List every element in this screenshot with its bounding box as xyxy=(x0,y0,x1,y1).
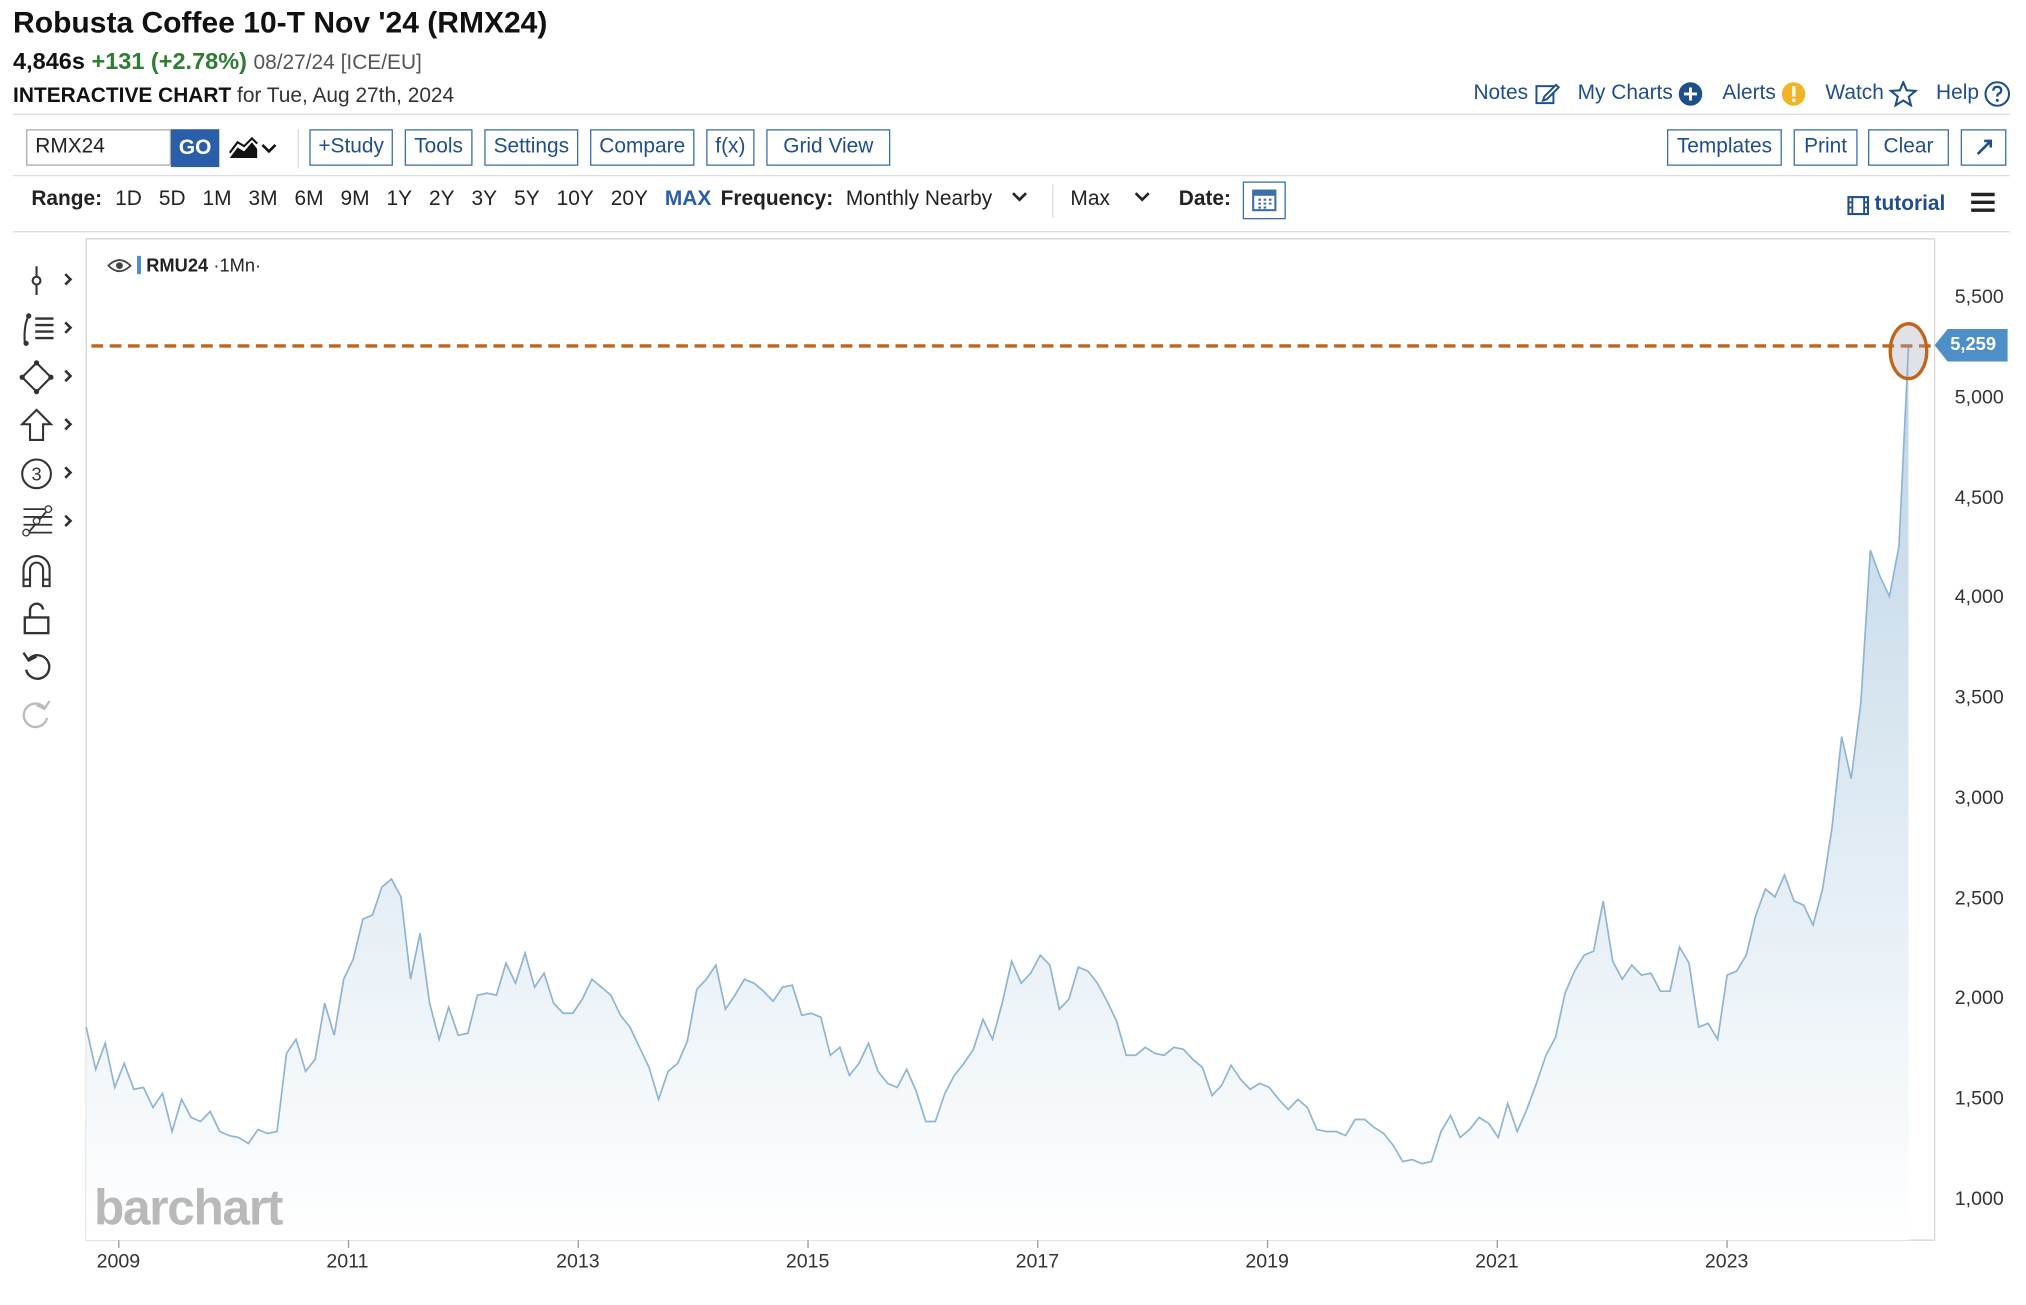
y-tick-label: 5,500 xyxy=(1954,285,2004,309)
y-tick-label: 2,500 xyxy=(1954,887,2004,910)
x-tick-label: 2009 xyxy=(96,1250,141,1273)
y-tick-label: 3,500 xyxy=(1954,686,2004,709)
x-tick-label: 2021 xyxy=(1475,1250,1519,1273)
x-tick-label: 2023 xyxy=(1704,1250,1749,1273)
last-point-highlight xyxy=(1888,322,1929,381)
y-tick-label: 4,500 xyxy=(1954,486,2004,509)
x-tick-label: 2013 xyxy=(556,1250,600,1273)
price-area xyxy=(86,345,1909,1241)
barchart-watermark: barchart xyxy=(93,1181,283,1237)
price-chart[interactable] xyxy=(0,0,2026,1305)
x-tick-label: 2019 xyxy=(1245,1250,1289,1273)
eye-icon xyxy=(107,258,132,272)
x-tick-label: 2015 xyxy=(785,1250,830,1273)
y-tick-label: 1,000 xyxy=(1954,1187,2004,1211)
last-price-tag: 5,259 xyxy=(1934,328,2008,362)
y-tick-label: 1,500 xyxy=(1954,1087,2004,1110)
y-tick-label: 5,000 xyxy=(1954,386,2004,409)
x-axis xyxy=(118,1240,1728,1248)
y-tick-label: 4,000 xyxy=(1954,586,2004,609)
y-tick-label: 3,000 xyxy=(1954,786,2004,810)
series-color-swatch xyxy=(137,255,141,275)
y-tick-label: 2,000 xyxy=(1954,987,2004,1010)
last-price-tag-label: 5,259 xyxy=(1950,332,1997,354)
series-symbol: RMU24 xyxy=(146,254,209,276)
x-tick-label: 2017 xyxy=(1015,1250,1060,1273)
series-period: ·1Mn· xyxy=(213,254,262,276)
x-tick-label: 2011 xyxy=(326,1250,369,1273)
series-legend[interactable]: RMU24 ·1Mn· xyxy=(107,254,262,276)
